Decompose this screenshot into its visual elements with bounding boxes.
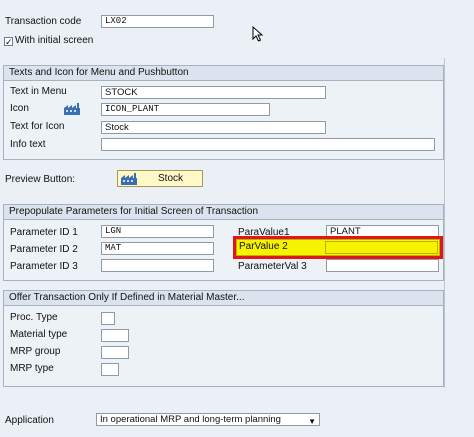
parameters-group-title: Prepopulate Parameters for Initial Scree… [4, 205, 443, 220]
parameter-id-1-field[interactable]: LGN [101, 225, 214, 238]
menu-icon-group: Texts and Icon for Menu and Pushbutton T… [3, 65, 444, 160]
mouse-cursor-icon [252, 26, 264, 42]
parameter-id-3-field[interactable] [101, 259, 214, 272]
application-value: In operational MRP and long-term plannin… [100, 414, 281, 425]
parameter-id-3-label: Parameter ID 3 [10, 261, 78, 272]
para-value-3-field[interactable] [326, 259, 439, 272]
proc-type-label: Proc. Type [10, 312, 58, 323]
material-master-group: Offer Transaction Only If Defined in Mat… [3, 290, 444, 387]
transaction-code-field[interactable]: LX02 [101, 15, 214, 28]
plant-icon [121, 173, 137, 185]
application-dropdown[interactable]: In operational MRP and long-term plannin… [96, 413, 320, 426]
with-initial-screen-checkbox[interactable]: ✓ [4, 37, 13, 47]
material-type-label: Material type [10, 329, 68, 340]
parameter-id-2-label: Parameter ID 2 [10, 244, 78, 255]
mrp-group-field[interactable] [101, 346, 129, 359]
parameter-id-2-field[interactable]: MAT [101, 242, 214, 255]
parameter-id-1-label: Parameter ID 1 [10, 227, 78, 238]
para-value-2-highlight-box [233, 236, 443, 259]
preview-stock-button[interactable]: Stock [117, 170, 203, 187]
material-type-field[interactable] [101, 329, 129, 342]
preview-label: Preview Button: [5, 174, 76, 185]
menu-icon-group-title: Texts and Icon for Menu and Pushbutton [4, 66, 443, 81]
transaction-code-label: Transaction code [5, 16, 82, 27]
application-label: Application [5, 415, 54, 426]
plant-icon [64, 103, 80, 115]
with-initial-screen-label: With initial screen [15, 35, 94, 46]
mrp-group-label: MRP group [10, 346, 61, 357]
info-text-label: Info text [10, 139, 46, 150]
panel-divider [444, 58, 445, 388]
mrp-type-field[interactable] [101, 363, 119, 376]
material-master-group-title: Offer Transaction Only If Defined in Mat… [4, 291, 443, 306]
text-in-menu-field[interactable]: STOCK [101, 86, 326, 99]
chevron-down-icon[interactable]: ▼ [308, 416, 316, 425]
text-for-icon-label: Text for Icon [10, 121, 65, 132]
info-text-field[interactable] [101, 138, 435, 151]
text-for-icon-field[interactable]: Stock [101, 121, 326, 134]
proc-type-field[interactable] [101, 312, 115, 325]
text-in-menu-label: Text in Menu [10, 86, 67, 97]
icon-field[interactable]: ICON_PLANT [101, 103, 270, 116]
para-value-3-label: ParameterVal 3 [238, 261, 307, 272]
mrp-type-label: MRP type [10, 363, 54, 374]
preview-button-label: Stock [158, 173, 184, 184]
icon-label: Icon [10, 103, 29, 114]
